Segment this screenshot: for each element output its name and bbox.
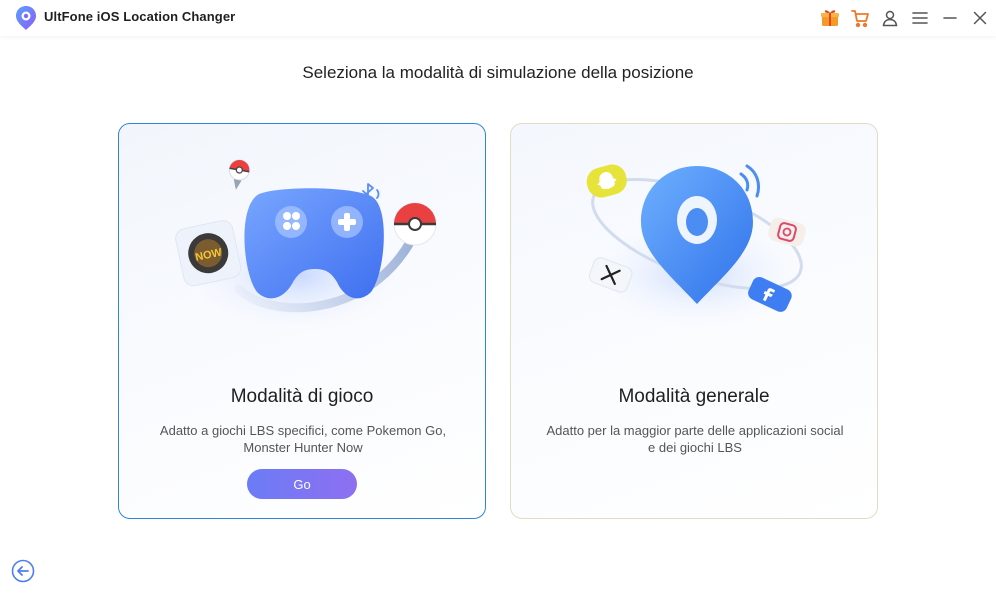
gift-icon[interactable] (818, 6, 842, 30)
general-mode-description-line1: Adatto per la maggior parte delle applic… (546, 423, 844, 438)
app-title: UltFone iOS Location Changer (44, 9, 236, 24)
game-mode-title: Modalità di gioco (230, 386, 374, 407)
page-title: Seleziona la modalità di simulazione del… (302, 63, 694, 82)
location-pin-logo-icon (16, 6, 36, 30)
title-bar: UltFone iOS Location Changer (0, 0, 996, 36)
pokeball (393, 202, 437, 246)
general-mode-description: Adatto per la maggior parte delle applic… (541, 422, 849, 456)
game-mode-description-line1: Adatto a giochi LBS specifici, come Poke… (159, 423, 447, 438)
monster-hunter-now-badge: NOW (175, 220, 242, 287)
general-mode-card[interactable]: Modalità generale Adatto per la maggior … (510, 123, 878, 519)
minimize-icon[interactable] (938, 6, 962, 30)
location-pin-illustration (577, 164, 817, 336)
pokeball-pin (228, 159, 250, 190)
game-controller-illustration: NOW (175, 159, 437, 339)
back-arrow-icon[interactable] (11, 559, 35, 583)
game-mode-card[interactable]: NOW Modalità di gioco Adatto a giochi LB… (118, 123, 486, 519)
close-icon[interactable] (968, 6, 992, 30)
general-mode-title: Modalità generale (618, 386, 770, 407)
user-icon[interactable] (878, 6, 902, 30)
menu-icon[interactable] (908, 6, 932, 30)
game-mode-description-line2: Monster Hunter Now (243, 440, 363, 455)
cart-icon[interactable] (848, 6, 872, 30)
snapchat-icon (586, 164, 627, 198)
general-mode-description-line2: e dei giochi LBS (648, 440, 742, 455)
game-mode-description: Adatto a giochi LBS specifici, come Poke… (149, 422, 457, 456)
go-button[interactable]: Go (247, 469, 357, 499)
